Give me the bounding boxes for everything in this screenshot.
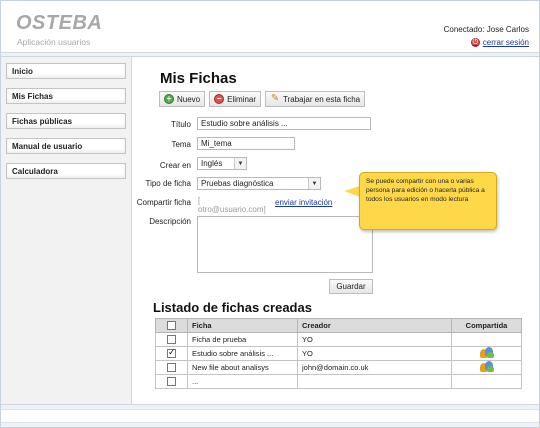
new-button[interactable]: + Nuevo xyxy=(159,91,206,107)
work-on-file-button[interactable]: ✎ Trabajar en esta ficha xyxy=(265,91,366,107)
delete-button[interactable]: − Eliminar xyxy=(209,91,262,107)
table-row[interactable]: Estudio sobre análisis ... YO xyxy=(155,346,522,361)
table-header-row: Ficha Creador Compartida xyxy=(155,318,522,333)
ficha-cell[interactable]: New file about analisys xyxy=(187,360,298,375)
connected-user: Conectado: Jose Carlos xyxy=(443,25,529,34)
ficha-cell[interactable]: Estudio sobre análisis ... xyxy=(187,346,298,361)
table-row[interactable]: New file about analisys john@domain.co.u… xyxy=(155,360,522,375)
row-checkbox-cell[interactable] xyxy=(155,346,188,361)
save-button[interactable]: Guardar xyxy=(329,279,373,294)
files-table: Ficha Creador Compartida Ficha de prueba… xyxy=(155,318,522,389)
app-subtitle: Aplicación usuarios xyxy=(17,37,91,47)
sidebar-item-manual[interactable]: Manual de usuario xyxy=(6,138,126,154)
row-checkbox-cell[interactable] xyxy=(155,332,188,347)
tooltip-pointer xyxy=(344,186,360,197)
tipo-ficha-value: Pruebas diagnóstica xyxy=(201,179,274,188)
chevron-down-icon: ▼ xyxy=(234,158,246,169)
logout-label: cerrar sesión xyxy=(482,38,529,47)
table-row[interactable]: Ficha de prueba YO xyxy=(155,332,522,347)
sidebar: Inicio Mis Fichas Fichas públicas Manual… xyxy=(1,57,132,404)
row-checkbox[interactable] xyxy=(167,348,176,359)
table-row[interactable]: ... xyxy=(155,374,522,389)
row-checkbox[interactable] xyxy=(167,377,176,387)
select-all-cell[interactable] xyxy=(155,318,188,333)
sidebar-item-mis-fichas[interactable]: Mis Fichas xyxy=(6,88,126,104)
logout-icon: ⏻ xyxy=(470,38,480,47)
send-invitation-link[interactable]: enviar invitación xyxy=(275,198,332,207)
footer-bar xyxy=(1,409,539,423)
plus-circle-icon: + xyxy=(164,94,174,104)
row-checkbox-cell[interactable] xyxy=(155,360,188,375)
share-help-tooltip: Se puede compartir con una o varias pers… xyxy=(359,172,497,230)
users-icon xyxy=(479,347,494,358)
shared-cell xyxy=(451,332,522,347)
footer xyxy=(1,404,539,427)
sidebar-item-fichas-publicas[interactable]: Fichas públicas xyxy=(6,113,126,129)
ficha-cell[interactable]: Ficha de prueba xyxy=(187,332,298,347)
work-button-label: Trabajar en esta ficha xyxy=(283,94,361,104)
row-checkbox-cell[interactable] xyxy=(155,374,188,389)
titulo-input[interactable]: Estudio sobre análisis ... xyxy=(197,117,371,130)
shared-cell xyxy=(451,346,522,361)
chevron-down-icon: ▼ xyxy=(308,178,320,189)
row-checkbox[interactable] xyxy=(167,335,176,345)
compartir-placeholder: [ otro@usuario.com] xyxy=(198,196,266,214)
ficha-cell[interactable]: ... xyxy=(187,374,298,389)
creador-cell: john@domain.co.uk xyxy=(297,360,452,375)
descripcion-textarea[interactable] xyxy=(197,216,373,273)
tipo-ficha-label: Tipo de ficha xyxy=(145,179,191,188)
tema-label: Tema xyxy=(171,140,191,149)
sidebar-item-calculadora[interactable]: Calculadora xyxy=(6,163,126,179)
shared-cell xyxy=(451,374,522,389)
main-content: Mis Fichas + Nuevo − Eliminar ✎ Trabajar… xyxy=(133,57,539,404)
crear-en-select[interactable]: Inglés ▼ xyxy=(197,157,247,170)
toolbar: + Nuevo − Eliminar ✎ Trabajar en esta fi… xyxy=(159,91,366,107)
column-header-ficha: Ficha xyxy=(187,318,298,333)
column-header-compartida: Compartida xyxy=(451,318,522,333)
minus-circle-icon: − xyxy=(214,94,225,104)
compartir-input[interactable]: [ otro@usuario.com] xyxy=(197,195,269,214)
shared-cell xyxy=(451,360,522,375)
delete-button-label: Eliminar xyxy=(227,94,257,104)
page-title: Mis Fichas xyxy=(160,70,237,87)
row-checkbox[interactable] xyxy=(167,363,176,373)
creador-cell: YO xyxy=(297,346,452,361)
select-all-checkbox[interactable] xyxy=(167,321,176,331)
tipo-ficha-select[interactable]: Pruebas diagnóstica ▼ xyxy=(197,177,321,190)
creador-cell xyxy=(297,374,452,389)
column-header-creador: Creador xyxy=(297,318,452,333)
sidebar-item-inicio[interactable]: Inicio xyxy=(6,63,126,79)
list-title: Listado de fichas creadas xyxy=(153,300,312,315)
users-icon xyxy=(479,361,494,372)
crear-en-label: Crear en xyxy=(159,161,191,170)
crear-en-value: Inglés xyxy=(201,159,223,168)
header: OSTEBA Aplicación usuarios Conectado: Jo… xyxy=(1,1,539,52)
tema-input[interactable]: Mi_tema xyxy=(197,137,295,150)
logout-link[interactable]: ⏻ cerrar sesión xyxy=(470,38,529,47)
compartir-label: Compartir ficha xyxy=(136,198,191,207)
new-button-label: Nuevo xyxy=(177,94,201,104)
creador-cell: YO xyxy=(297,332,452,347)
pencil-icon: ✎ xyxy=(270,93,280,104)
titulo-label: Título xyxy=(170,120,191,129)
app-logo-title: OSTEBA xyxy=(16,12,103,34)
descripcion-label: Descripción xyxy=(149,217,191,226)
